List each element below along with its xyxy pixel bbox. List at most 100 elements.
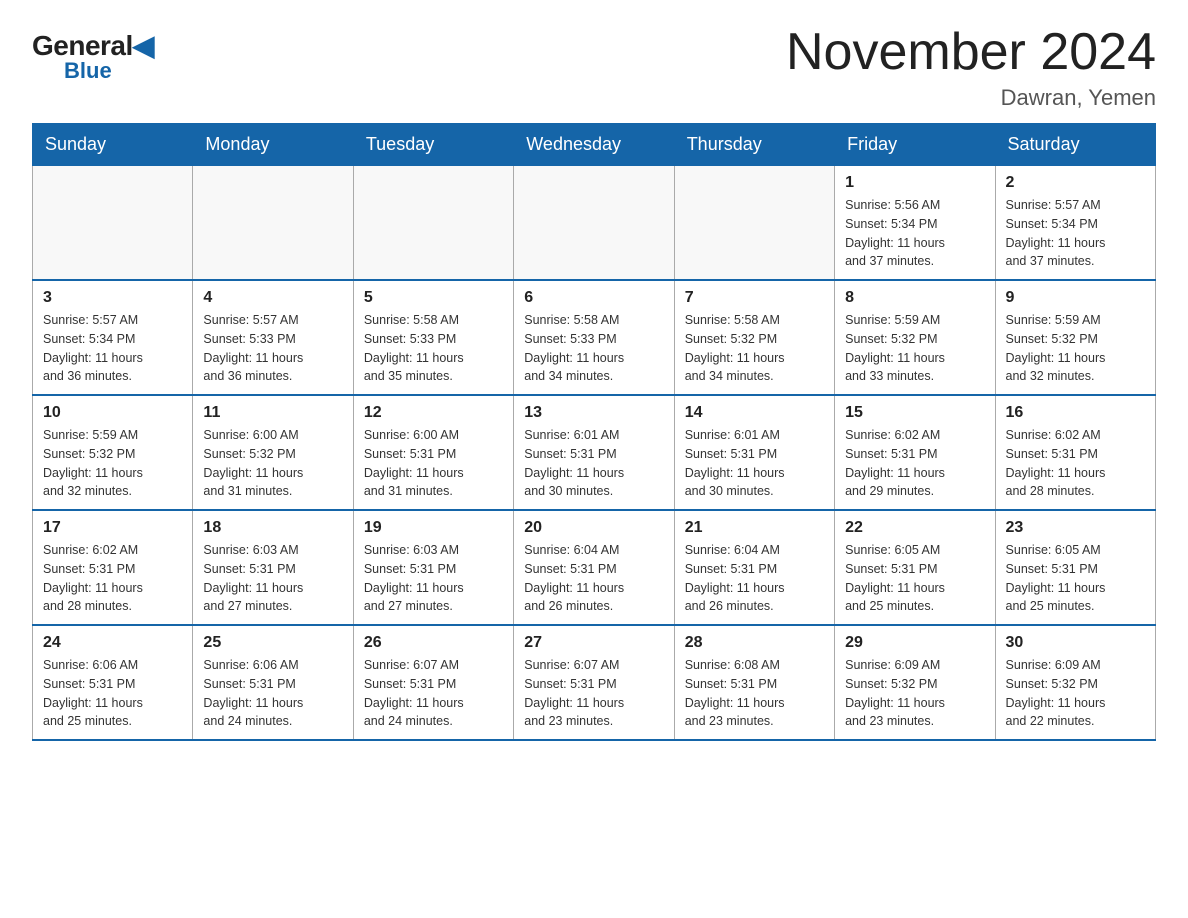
day-number: 6: [524, 289, 663, 307]
day-number: 27: [524, 634, 663, 652]
table-row: 28 Sunrise: 6:08 AMSunset: 5:31 PMDayligh…: [674, 625, 834, 740]
month-title: November 2024: [786, 24, 1156, 81]
location: Dawran, Yemen: [786, 85, 1156, 111]
day-info: Sunrise: 6:00 AMSunset: 5:31 PMDaylight:…: [364, 426, 503, 501]
table-row: 11 Sunrise: 6:00 AMSunset: 5:32 PMDayligh…: [193, 395, 353, 510]
day-info: Sunrise: 5:57 AMSunset: 5:34 PMDaylight:…: [1006, 196, 1145, 271]
col-friday: Friday: [835, 124, 995, 166]
calendar-table: Sunday Monday Tuesday Wednesday Thursday…: [32, 123, 1156, 741]
table-row: 6Sunrise: 5:58 AMSunset: 5:33 PMDaylight…: [514, 280, 674, 395]
table-row: 21 Sunrise: 6:04 AMSunset: 5:31 PMDayligh…: [674, 510, 834, 625]
day-info: Sunrise: 5:58 AMSunset: 5:33 PMDaylight:…: [364, 311, 503, 386]
day-number: 19: [364, 519, 503, 537]
col-sunday: Sunday: [33, 124, 193, 166]
title-block: November 2024 Dawran, Yemen: [786, 24, 1156, 111]
table-row: [193, 166, 353, 281]
logo-triangle-icon: ◀: [133, 30, 154, 61]
calendar-header-row: Sunday Monday Tuesday Wednesday Thursday…: [33, 124, 1156, 166]
day-number: 13: [524, 404, 663, 422]
day-info: Sunrise: 6:04 AMSunset: 5:31 PMDaylight:…: [685, 541, 824, 616]
week-row-1: 1 Sunrise: 5:56 AMSunset: 5:34 PMDaylight…: [33, 166, 1156, 281]
day-info: Sunrise: 5:59 AMSunset: 5:32 PMDaylight:…: [43, 426, 182, 501]
day-number: 21: [685, 519, 824, 537]
day-number: 4: [203, 289, 342, 307]
day-info: Sunrise: 5:59 AMSunset: 5:32 PMDaylight:…: [1006, 311, 1145, 386]
week-row-4: 17Sunrise: 6:02 AMSunset: 5:31 PMDayligh…: [33, 510, 1156, 625]
logo-general-text: General◀: [32, 32, 154, 60]
table-row: 13Sunrise: 6:01 AMSunset: 5:31 PMDayligh…: [514, 395, 674, 510]
table-row: 19 Sunrise: 6:03 AMSunset: 5:31 PMDayligh…: [353, 510, 513, 625]
table-row: 8 Sunrise: 5:59 AMSunset: 5:32 PMDaylight…: [835, 280, 995, 395]
day-info: Sunrise: 6:01 AMSunset: 5:31 PMDaylight:…: [685, 426, 824, 501]
col-saturday: Saturday: [995, 124, 1155, 166]
day-number: 14: [685, 404, 824, 422]
day-number: 1: [845, 174, 984, 192]
col-tuesday: Tuesday: [353, 124, 513, 166]
week-row-2: 3 Sunrise: 5:57 AMSunset: 5:34 PMDaylight…: [33, 280, 1156, 395]
day-number: 8: [845, 289, 984, 307]
logo: General◀ Blue: [32, 24, 154, 82]
day-number: 20: [524, 519, 663, 537]
table-row: 7 Sunrise: 5:58 AMSunset: 5:32 PMDaylight…: [674, 280, 834, 395]
table-row: 17Sunrise: 6:02 AMSunset: 5:31 PMDayligh…: [33, 510, 193, 625]
table-row: 10 Sunrise: 5:59 AMSunset: 5:32 PMDayligh…: [33, 395, 193, 510]
table-row: 27 Sunrise: 6:07 AMSunset: 5:31 PMDayligh…: [514, 625, 674, 740]
day-info: Sunrise: 6:08 AMSunset: 5:31 PMDaylight:…: [685, 656, 824, 731]
day-info: Sunrise: 6:09 AMSunset: 5:32 PMDaylight:…: [845, 656, 984, 731]
day-info: Sunrise: 6:09 AMSunset: 5:32 PMDaylight:…: [1006, 656, 1145, 731]
day-info: Sunrise: 6:04 AMSunset: 5:31 PMDaylight:…: [524, 541, 663, 616]
table-row: [353, 166, 513, 281]
day-number: 10: [43, 404, 182, 422]
day-number: 26: [364, 634, 503, 652]
day-number: 24: [43, 634, 182, 652]
day-info: Sunrise: 6:07 AMSunset: 5:31 PMDaylight:…: [364, 656, 503, 731]
table-row: 29 Sunrise: 6:09 AMSunset: 5:32 PMDayligh…: [835, 625, 995, 740]
table-row: 14 Sunrise: 6:01 AMSunset: 5:31 PMDayligh…: [674, 395, 834, 510]
day-info: Sunrise: 6:03 AMSunset: 5:31 PMDaylight:…: [364, 541, 503, 616]
day-info: Sunrise: 6:05 AMSunset: 5:31 PMDaylight:…: [845, 541, 984, 616]
table-row: 20 Sunrise: 6:04 AMSunset: 5:31 PMDayligh…: [514, 510, 674, 625]
day-number: 7: [685, 289, 824, 307]
table-row: [33, 166, 193, 281]
day-info: Sunrise: 6:07 AMSunset: 5:31 PMDaylight:…: [524, 656, 663, 731]
day-number: 18: [203, 519, 342, 537]
day-number: 3: [43, 289, 182, 307]
table-row: 15 Sunrise: 6:02 AMSunset: 5:31 PMDayligh…: [835, 395, 995, 510]
day-info: Sunrise: 6:02 AMSunset: 5:31 PMDaylight:…: [845, 426, 984, 501]
day-number: 11: [203, 404, 342, 422]
day-number: 29: [845, 634, 984, 652]
day-info: Sunrise: 6:00 AMSunset: 5:32 PMDaylight:…: [203, 426, 342, 501]
table-row: 23Sunrise: 6:05 AMSunset: 5:31 PMDayligh…: [995, 510, 1155, 625]
table-row: 24 Sunrise: 6:06 AMSunset: 5:31 PMDayligh…: [33, 625, 193, 740]
table-row: 16Sunrise: 6:02 AMSunset: 5:31 PMDayligh…: [995, 395, 1155, 510]
day-number: 25: [203, 634, 342, 652]
table-row: 2Sunrise: 5:57 AMSunset: 5:34 PMDaylight…: [995, 166, 1155, 281]
day-info: Sunrise: 5:57 AMSunset: 5:34 PMDaylight:…: [43, 311, 182, 386]
day-number: 28: [685, 634, 824, 652]
day-info: Sunrise: 5:59 AMSunset: 5:32 PMDaylight:…: [845, 311, 984, 386]
table-row: 3 Sunrise: 5:57 AMSunset: 5:34 PMDaylight…: [33, 280, 193, 395]
day-number: 5: [364, 289, 503, 307]
day-number: 15: [845, 404, 984, 422]
day-number: 22: [845, 519, 984, 537]
day-number: 12: [364, 404, 503, 422]
page-header: General◀ Blue November 2024 Dawran, Yeme…: [32, 24, 1156, 111]
table-row: [514, 166, 674, 281]
day-number: 30: [1006, 634, 1145, 652]
day-number: 17: [43, 519, 182, 537]
week-row-5: 24 Sunrise: 6:06 AMSunset: 5:31 PMDayligh…: [33, 625, 1156, 740]
day-info: Sunrise: 6:03 AMSunset: 5:31 PMDaylight:…: [203, 541, 342, 616]
day-info: Sunrise: 6:06 AMSunset: 5:31 PMDaylight:…: [43, 656, 182, 731]
table-row: 4Sunrise: 5:57 AMSunset: 5:33 PMDaylight…: [193, 280, 353, 395]
table-row: 18 Sunrise: 6:03 AMSunset: 5:31 PMDayligh…: [193, 510, 353, 625]
day-info: Sunrise: 5:58 AMSunset: 5:32 PMDaylight:…: [685, 311, 824, 386]
logo-blue-text: Blue: [64, 60, 112, 82]
day-info: Sunrise: 6:06 AMSunset: 5:31 PMDaylight:…: [203, 656, 342, 731]
table-row: 22 Sunrise: 6:05 AMSunset: 5:31 PMDayligh…: [835, 510, 995, 625]
table-row: 30 Sunrise: 6:09 AMSunset: 5:32 PMDayligh…: [995, 625, 1155, 740]
table-row: 26 Sunrise: 6:07 AMSunset: 5:31 PMDayligh…: [353, 625, 513, 740]
table-row: [674, 166, 834, 281]
table-row: 12 Sunrise: 6:00 AMSunset: 5:31 PMDayligh…: [353, 395, 513, 510]
day-info: Sunrise: 5:56 AMSunset: 5:34 PMDaylight:…: [845, 196, 984, 271]
day-info: Sunrise: 6:05 AMSunset: 5:31 PMDaylight:…: [1006, 541, 1145, 616]
